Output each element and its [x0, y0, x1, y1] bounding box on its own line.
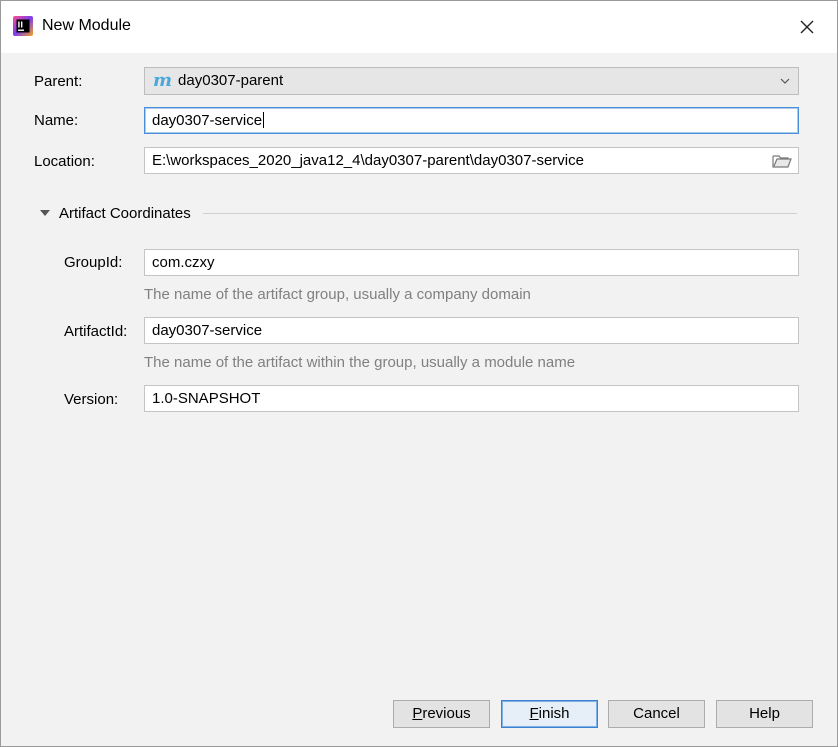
name-value: day0307-service	[152, 112, 263, 129]
location-input[interactable]: E:\workspaces_2020_java12_4\day0307-pare…	[144, 147, 799, 174]
dialog-title: New Module	[42, 17, 131, 34]
previous-button[interactable]: Previous	[393, 700, 490, 728]
title-bar: New Module	[1, 1, 837, 53]
artifactid-hint: The name of the artifact within the grou…	[144, 354, 576, 371]
version-label: Version:	[64, 391, 119, 408]
chevron-down-icon	[780, 78, 790, 84]
location-label: Location:	[34, 153, 95, 170]
artifactid-label: ArtifactId:	[64, 323, 128, 340]
groupid-value: com.czxy	[152, 254, 215, 271]
maven-module-icon: m	[153, 70, 173, 91]
folder-icon[interactable]	[772, 153, 792, 169]
parent-label: Parent:	[34, 73, 83, 90]
close-button[interactable]	[795, 15, 819, 39]
parent-value: day0307-parent	[178, 72, 284, 89]
intellij-icon	[13, 16, 33, 36]
section-title: Artifact Coordinates	[59, 204, 191, 222]
groupid-input[interactable]: com.czxy	[144, 249, 799, 276]
help-button[interactable]: Help	[716, 700, 813, 728]
section-divider	[202, 212, 797, 214]
cancel-button[interactable]: Cancel	[608, 700, 705, 728]
previous-mnemonic: P	[412, 705, 423, 722]
version-value: 1.0-SNAPSHOT	[152, 390, 261, 407]
parent-combobox[interactable]: m day0307-parent	[144, 67, 799, 95]
collapse-triangle-icon[interactable]	[39, 208, 51, 218]
finish-button[interactable]: Finish	[501, 700, 598, 728]
artifact-coordinates-section: Artifact Coordinates	[39, 201, 797, 225]
location-value: E:\workspaces_2020_java12_4\day0307-pare…	[152, 152, 584, 169]
artifactid-input[interactable]: day0307-service	[144, 317, 799, 344]
name-label: Name:	[34, 112, 79, 129]
artifactid-value: day0307-service	[152, 322, 263, 339]
version-input[interactable]: 1.0-SNAPSHOT	[144, 385, 799, 412]
groupid-label: GroupId:	[64, 254, 123, 271]
text-caret	[263, 112, 265, 128]
finish-mnemonic: F	[529, 705, 539, 722]
previous-label: revious	[422, 705, 471, 722]
new-module-dialog: New Module Parent: m day0307-parent Name…	[0, 0, 838, 747]
finish-label: inish	[538, 705, 570, 722]
groupid-hint: The name of the artifact group, usually …	[144, 286, 531, 303]
name-input[interactable]: day0307-service	[144, 107, 799, 134]
close-icon	[800, 20, 814, 34]
